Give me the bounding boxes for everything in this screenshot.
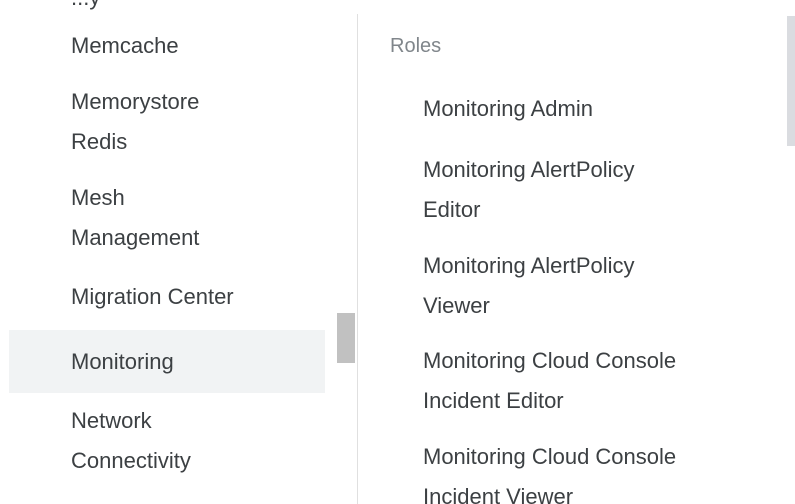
role-item-monitoring-admin[interactable]: Monitoring Admin bbox=[423, 89, 743, 129]
roles-header: Roles bbox=[390, 35, 442, 57]
role-item-label: Monitoring Admin bbox=[423, 96, 593, 121]
role-item-label-line1: Monitoring Cloud Console bbox=[423, 348, 677, 373]
service-item-label: Migration Center bbox=[71, 284, 234, 309]
roles-panel: Roles Monitoring Admin Monitoring AlertP… bbox=[358, 0, 795, 504]
roles-panel-scrollbar-thumb[interactable] bbox=[787, 16, 795, 146]
service-item-label: Memcache bbox=[71, 33, 179, 58]
service-item-memorystore-redis[interactable]: Memorystore Redis bbox=[9, 82, 325, 162]
role-item-cloud-console-incident-editor[interactable]: Monitoring Cloud Console Incident Editor bbox=[423, 341, 743, 421]
role-item-label-line2: Incident Viewer bbox=[423, 484, 574, 504]
service-item-label-line2: Management bbox=[71, 225, 200, 250]
service-item-memcache[interactable]: Memcache bbox=[9, 26, 325, 66]
service-list-scrollbar-thumb[interactable] bbox=[337, 313, 355, 363]
service-item-label-line2: Redis bbox=[71, 129, 128, 154]
role-item-label-line1: Monitoring AlertPolicy bbox=[423, 157, 635, 182]
role-item-label-line2: Incident Editor bbox=[423, 388, 564, 413]
service-list: ...y Memcache Memorystore Redis Mesh Man… bbox=[0, 0, 357, 504]
role-item-label-line1: Monitoring Cloud Console bbox=[423, 444, 677, 469]
service-item-network-connectivity[interactable]: Network Connectivity bbox=[9, 401, 325, 481]
service-item-label-line1: Memorystore bbox=[71, 89, 200, 114]
service-item-label: Monitoring bbox=[71, 349, 174, 374]
service-item-label: ...y bbox=[71, 0, 100, 10]
service-item-monitoring[interactable]: Monitoring bbox=[9, 330, 325, 393]
role-item-label-line1: Monitoring AlertPolicy bbox=[423, 253, 635, 278]
role-item-alertpolicy-viewer[interactable]: Monitoring AlertPolicy Viewer bbox=[423, 246, 743, 326]
service-item-label-line1: Mesh bbox=[71, 185, 125, 210]
role-item-label-line2: Viewer bbox=[423, 293, 490, 318]
role-item-cloud-console-incident-viewer[interactable]: Monitoring Cloud Console Incident Viewer bbox=[423, 437, 743, 504]
service-item-label-line2: Connectivity bbox=[71, 448, 191, 473]
service-item-partial[interactable]: ...y bbox=[9, 0, 325, 18]
service-item-label-line1: Network bbox=[71, 408, 152, 433]
role-item-alertpolicy-editor[interactable]: Monitoring AlertPolicy Editor bbox=[423, 150, 743, 230]
service-item-mesh-management[interactable]: Mesh Management bbox=[9, 178, 325, 258]
service-item-migration-center[interactable]: Migration Center bbox=[9, 277, 325, 317]
role-item-label-line2: Editor bbox=[423, 197, 481, 222]
